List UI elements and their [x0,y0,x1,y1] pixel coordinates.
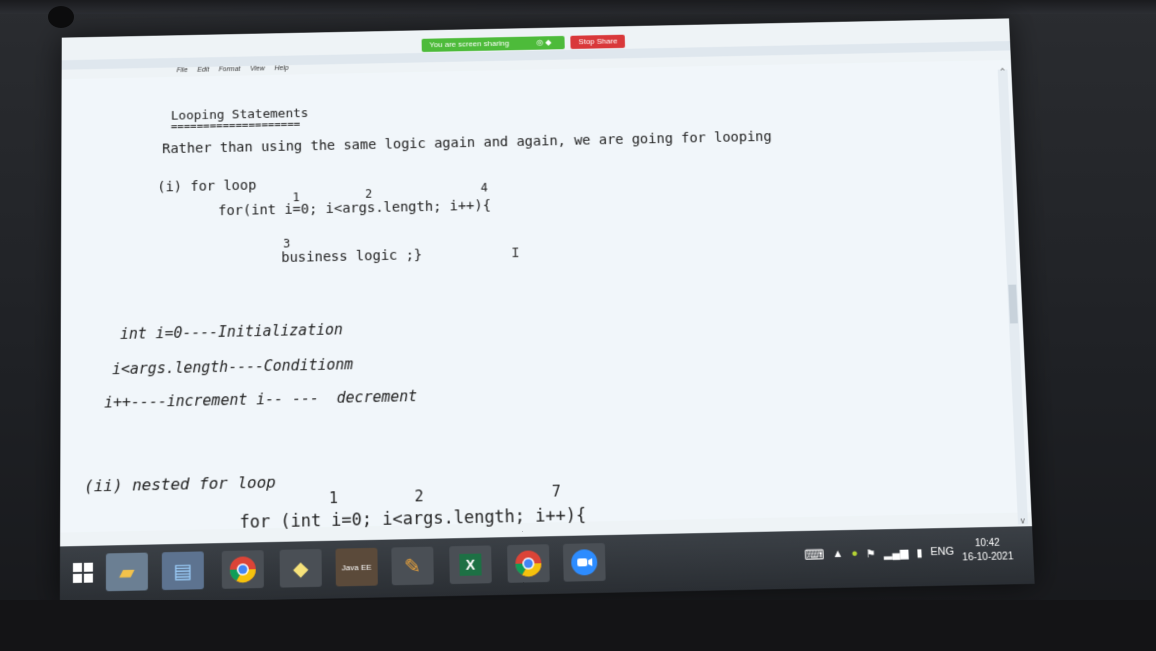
clock-time: 10:42 [962,537,1014,552]
incr-line: i++----increment i-- --- decrement [104,387,417,411]
notepad-text-area[interactable]: Looping Statements ==================== … [60,60,1031,533]
nested-sup-1: 1 [329,489,338,507]
scroll-down-icon[interactable]: v [1018,516,1028,526]
clock[interactable]: 10:42 16-10-2021 [962,537,1014,566]
menu-edit[interactable]: Edit [197,67,209,74]
language-indicator[interactable]: ENG [930,546,954,558]
photo-top-edge [0,0,1156,14]
windows-taskbar: ▰ ▤ ◆ Java EE ✎ X ⌨ ▲ ● ⚑ ▂▄▆ ▮ ENG 10:4… [60,526,1035,604]
menu-view[interactable]: View [250,66,265,73]
init-line: int i=0----Initialization [120,321,343,343]
action-center-flag-icon[interactable]: ⚑ [866,547,876,560]
intro-line: Rather than using the same logic again a… [162,129,772,157]
menu-bar: File Edit Format View Help [177,65,289,74]
volume-icon[interactable]: ▮ [916,546,923,559]
notepad-icon[interactable]: ▤ [162,551,204,590]
sup-2: 2 [365,187,372,201]
nested-sup-7: 7 [552,483,561,501]
menu-format[interactable]: Format [219,66,241,73]
chrome-icon-2[interactable] [507,544,550,583]
zoom-icon[interactable] [563,543,606,582]
scroll-thumb[interactable] [1008,285,1018,324]
for-line: for(int i=0; i<args.length; i++){ [218,198,491,219]
menu-help[interactable]: Help [275,65,289,72]
excel-icon[interactable]: X [449,545,492,584]
tray-expand-icon[interactable]: ▲ [832,548,843,560]
sup-3: 3 [283,237,290,251]
desk-surface [0,600,1156,651]
tray-app-icon[interactable]: ● [851,548,858,560]
stop-share-label: Stop Share [578,37,617,46]
nested-sup-2: 2 [414,487,423,505]
section1-line: (i) for loop [157,178,256,195]
body-line: business logic ;} [281,248,422,266]
scroll-up-icon[interactable]: ^ [998,68,1008,78]
paint-icon[interactable]: ✎ [391,547,433,586]
stop-share-button[interactable]: Stop Share [571,35,626,49]
windows-start-icon[interactable] [62,553,104,592]
cond-line: i<args.length----Conditionm [112,356,353,379]
file-explorer-icon[interactable]: ▰ [106,553,148,592]
sticky-notes-icon[interactable]: ◆ [280,549,322,588]
java-ee-icon[interactable]: Java EE [335,548,377,587]
java-ee-label: Java EE [342,562,372,572]
share-status-text: You are screen sharing [429,37,509,52]
webcam-icon [48,6,74,28]
vertical-scrollbar[interactable]: ^ v [998,69,1028,524]
keyboard-icon[interactable]: ⌨ [804,546,825,563]
chrome-icon[interactable] [222,550,264,589]
text-cursor-icon: I [511,246,520,262]
monitor-screen: You are screen sharing ◎ ◆ Stop Share Fi… [60,18,1035,604]
svg-text:X: X [466,557,476,572]
sup-4: 4 [481,181,488,195]
network-signal-icon[interactable]: ▂▄▆ [884,546,909,559]
menu-file[interactable]: File [177,67,188,74]
section2-line: (ii) nested for loop [84,473,276,496]
share-controls-icon[interactable]: ◎ ◆ [536,36,551,50]
system-tray: ⌨ ▲ ● ⚑ ▂▄▆ ▮ ENG 10:42 16-10-2021 [804,537,1014,569]
underline-line: ==================== [171,118,300,133]
clock-date: 16-10-2021 [962,550,1014,565]
nested-for-line: for (int i=0; i<args.length; i++){ [239,506,586,533]
